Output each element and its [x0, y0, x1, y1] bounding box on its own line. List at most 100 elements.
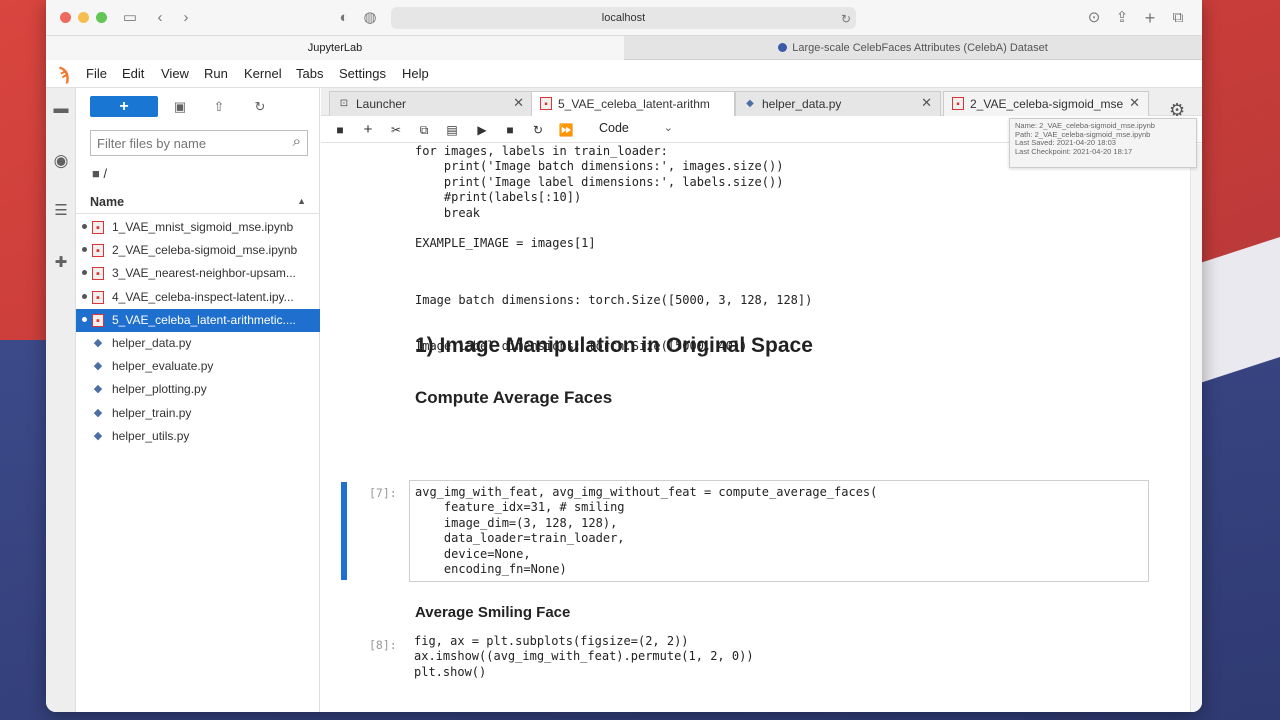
output-line: Image batch dimensions: torch.Size([5000…: [415, 292, 813, 307]
browser-tabbar: JupyterLab Large-scale CelebFaces Attrib…: [46, 36, 1202, 60]
code-line: print('Image label dimensions:', labels.…: [415, 174, 784, 189]
refresh-icon[interactable]: ↻: [250, 96, 270, 117]
browser-tab-jupyterlab[interactable]: JupyterLab: [46, 36, 624, 60]
python-file-icon: ◆: [93, 383, 103, 396]
code-line: feature_idx=31, # smiling: [415, 500, 625, 515]
paste-icon[interactable]: ▤: [443, 121, 461, 139]
search-icon: ⌕: [292, 133, 301, 150]
close-icon[interactable]: ✕: [921, 95, 932, 111]
folder-crumb-icon: ■: [92, 166, 100, 181]
file-row-notebook[interactable]: ▪ 3_VAE_nearest-neighbor-upsam...: [76, 262, 320, 285]
doc-tab-label: helper_data.py: [762, 97, 842, 111]
new-tab-icon[interactable]: +: [1140, 8, 1160, 28]
run-all-icon[interactable]: ⏩: [557, 121, 575, 139]
python-file-icon: ◆: [93, 337, 103, 349]
reload-icon[interactable]: ↻: [836, 9, 856, 29]
file-name: helper_plotting.py: [112, 382, 207, 397]
code-line: data_loader=train_loader,: [415, 531, 625, 546]
notebook-scrollbar[interactable]: [1190, 144, 1202, 712]
menu-run[interactable]: Run: [204, 66, 228, 81]
file-row-notebook[interactable]: ▪ 5_VAE_celeba_latent-arithmetic....: [76, 308, 320, 332]
zoom-window-button[interactable]: [96, 12, 107, 23]
file-row-python[interactable]: ◆ helper_plotting.py: [76, 378, 320, 401]
doc-tab-notebook-5[interactable]: ▪ 5_VAE_celeba_latent-arithm: [531, 91, 735, 117]
share-icon[interactable]: ⇪: [1112, 8, 1132, 28]
browser-window: ▭ ‹ › ◐ ◍ localhost ↻ ⊙ ⇪ + ⧉ JupyterLab…: [46, 0, 1202, 712]
code-line: ax.imshow((avg_img_with_feat).permute(1,…: [414, 649, 754, 664]
close-window-button[interactable]: [60, 12, 71, 23]
notebook-icon: ▪: [92, 244, 104, 258]
stop-icon[interactable]: ■: [501, 121, 519, 139]
file-row-python[interactable]: ◆ helper_train.py: [76, 402, 320, 425]
heading-average-smiling-face: Average Smiling Face: [415, 604, 571, 621]
restart-icon[interactable]: ↻: [529, 121, 547, 139]
new-folder-icon[interactable]: ▣: [170, 96, 190, 117]
file-row-python[interactable]: ◆ helper_data.py: [76, 332, 320, 355]
address-bar[interactable]: localhost: [391, 7, 856, 29]
breadcrumb-path: /: [103, 166, 108, 181]
main-dock-area: ⊡ Launcher ✕ ▪ 5_VAE_celeba_latent-arith…: [321, 88, 1202, 712]
file-list-header[interactable]: Name ▲: [76, 192, 320, 214]
chevron-down-icon: ⌄: [663, 122, 673, 134]
new-launcher-label: +: [119, 98, 129, 115]
menu-view[interactable]: View: [161, 66, 189, 81]
doc-tab-label: 2_VAE_celeba-sigmoid_mse: [970, 97, 1124, 111]
menu-kernel[interactable]: Kernel: [244, 66, 282, 81]
file-row-notebook[interactable]: ▪ 2_VAE_celeba-sigmoid_mse.ipynb: [76, 239, 320, 262]
privacy-report-icon[interactable]: ◐: [334, 8, 354, 28]
doc-tab-launcher[interactable]: ⊡ Launcher ✕: [329, 91, 533, 116]
cell-type-value: Code: [599, 121, 629, 135]
cell8-editor[interactable]: fig, ax = plt.subplots(figsize=(2, 2)) ax…: [409, 630, 1149, 690]
doc-tab-notebook-2[interactable]: ▪ 2_VAE_celeba-sigmoid_mse ✕: [943, 91, 1149, 116]
menu-settings[interactable]: Settings: [339, 66, 386, 81]
active-cell-indicator: [341, 482, 347, 580]
code-line: #print(labels[:10]): [415, 190, 582, 205]
new-launcher-button[interactable]: +: [90, 96, 158, 117]
python-file-icon: ◆: [93, 360, 103, 373]
code-line: fig, ax = plt.subplots(figsize=(2, 2)): [414, 634, 689, 648]
notebook-icon: ▪: [92, 290, 104, 304]
downloads-icon[interactable]: ⊙: [1084, 8, 1104, 28]
cell-type-select[interactable]: Code ⌄: [599, 121, 679, 139]
file-row-python[interactable]: ◆ helper_utils.py: [76, 425, 320, 448]
code-line: break: [415, 205, 481, 220]
notebook-icon: ▪: [92, 267, 104, 281]
tab-overview-icon[interactable]: ⧉: [1168, 8, 1188, 28]
doc-tab-helper-data[interactable]: ◆ helper_data.py ✕: [735, 91, 941, 116]
code-line: avg_img_with_feat, avg_img_without_feat …: [415, 485, 878, 499]
file-row-notebook[interactable]: ▪ 1_VAE_mnist_sigmoid_mse.ipynb: [76, 216, 320, 239]
menu-edit[interactable]: Edit: [122, 66, 144, 81]
copy-icon[interactable]: ⧉: [415, 121, 433, 139]
top-code-cell[interactable]: for images, labels in train_loader: prin…: [415, 144, 783, 252]
extensions-icon[interactable]: ✚: [52, 254, 70, 272]
cut-icon[interactable]: ✂: [387, 121, 405, 139]
forward-icon[interactable]: ›: [176, 8, 196, 28]
back-icon[interactable]: ‹: [150, 8, 170, 28]
code-line: print('Image batch dimensions:', images.…: [415, 159, 784, 174]
shield-icon[interactable]: ◍: [360, 8, 380, 28]
menu-file[interactable]: File: [86, 66, 107, 81]
file-row-python[interactable]: ◆ helper_evaluate.py: [76, 355, 320, 378]
close-icon[interactable]: ✕: [513, 95, 524, 111]
minimize-window-button[interactable]: [78, 12, 89, 23]
file-row-notebook[interactable]: ▪ 4_VAE_celeba-inspect-latent.ipy...: [76, 286, 320, 309]
file-name: helper_data.py: [112, 336, 192, 350]
upload-icon[interactable]: ⇧: [209, 96, 229, 117]
folder-icon[interactable]: ▬: [52, 100, 70, 118]
breadcrumb[interactable]: ■ /: [92, 166, 107, 181]
menu-tabs[interactable]: Tabs: [296, 66, 323, 81]
table-of-contents-icon[interactable]: ☰: [52, 202, 70, 220]
close-icon[interactable]: ✕: [1129, 95, 1140, 111]
browser-tab-celeba[interactable]: Large-scale CelebFaces Attributes (Celeb…: [624, 36, 1202, 60]
running-sessions-icon[interactable]: ◉: [52, 152, 70, 170]
file-filter-input[interactable]: [97, 134, 277, 152]
running-indicator-icon: [82, 224, 87, 229]
menu-help[interactable]: Help: [402, 66, 429, 81]
notebook-panel: for images, labels in train_loader: prin…: [321, 144, 1190, 712]
run-icon[interactable]: ▶: [473, 121, 491, 139]
cell7-editor[interactable]: avg_img_with_feat, avg_img_without_feat …: [409, 480, 1149, 582]
save-icon[interactable]: ■: [331, 121, 349, 139]
insert-cell-icon[interactable]: +: [359, 121, 377, 139]
menubar: ϡ File Edit View Run Kernel Tabs Setting…: [46, 60, 1202, 88]
sidebar-toggle-icon[interactable]: ▭: [120, 8, 140, 28]
